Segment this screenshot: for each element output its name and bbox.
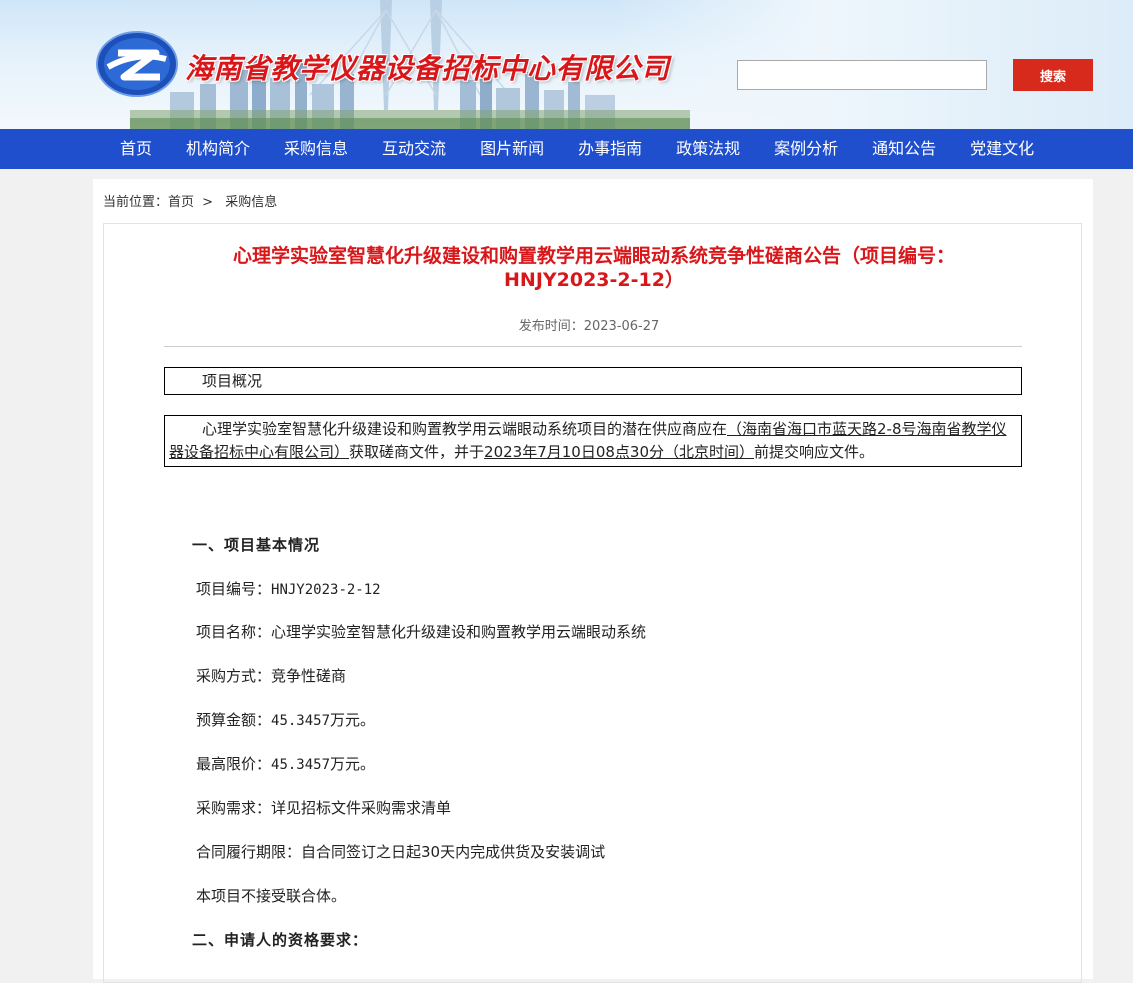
max-price-label: 最高限价：: [196, 755, 272, 773]
publish-date-label: 发布时间：: [518, 319, 584, 334]
breadcrumb-prefix: 当前位置：: [103, 195, 169, 210]
procurement-method-value: 竞争性磋商: [271, 667, 347, 685]
budget-value: 45.3457: [271, 713, 331, 729]
overview-text-3: 前提交响应文件。: [754, 443, 875, 461]
publish-date: 发布时间：2023-06-27: [104, 315, 1074, 334]
requirement-value: 详见招标文件采购需求清单: [271, 799, 452, 817]
nav-item-cases[interactable]: 案例分析: [757, 129, 855, 169]
breadcrumb-current[interactable]: 采购信息: [225, 195, 277, 210]
company-logo: [96, 31, 178, 97]
article-title-line2: HNJY2023-2-12）: [504, 269, 684, 291]
contract-period-label: 合同履行期限：: [196, 843, 302, 861]
contract-period-value: 自合同签订之日起30天内完成供货及安装调试: [301, 843, 606, 861]
breadcrumb-separator: >: [202, 195, 214, 210]
overview-deadline: 2023年7月10日08点30分（北京时间）: [484, 443, 755, 461]
content-panel: 当前位置：首页 > 采购信息 心理学实验室智慧化升级建设和购置教学用云端眼动系统…: [93, 179, 1093, 983]
breadcrumb-home-link[interactable]: 首页: [168, 195, 194, 210]
max-price-value: 45.3457: [271, 757, 331, 773]
overview-text-2: 获取磋商文件，并于: [349, 443, 485, 461]
project-number-line: 项目编号：HNJY2023-2-12: [196, 578, 381, 599]
article: 心理学实验室智慧化升级建设和购置教学用云端眼动系统竞争性磋商公告（项目编号： H…: [103, 223, 1082, 983]
nav-item-notices[interactable]: 通知公告: [855, 129, 953, 169]
project-name-line: 项目名称：心理学实验室智慧化升级建设和购置教学用云端眼动系统: [196, 621, 646, 642]
budget-line: 预算金额：45.3457万元。: [196, 709, 375, 730]
max-price-unit: 万元。: [330, 755, 376, 773]
consortium-line: 本项目不接受联合体。: [196, 887, 347, 905]
title-divider: [164, 346, 1022, 347]
project-number-label: 项目编号：: [196, 580, 272, 598]
overview-heading-box: 项目概况: [164, 367, 1022, 395]
max-price-line: 最高限价：45.3457万元。: [196, 753, 375, 774]
contract-period-line: 合同履行期限：自合同签订之日起30天内完成供货及安装调试: [196, 841, 605, 862]
article-title: 心理学实验室智慧化升级建设和购置教学用云端眼动系统竞争性磋商公告（项目编号： H…: [164, 244, 1024, 292]
project-number-value: HNJY2023-2-12: [271, 582, 381, 598]
site-header: 海南省教学仪器设备招标中心有限公司 搜索: [0, 0, 1133, 129]
nav-item-interaction[interactable]: 互动交流: [365, 129, 463, 169]
publish-date-value: 2023-06-27: [583, 319, 660, 334]
nav-item-about[interactable]: 机构简介: [169, 129, 267, 169]
nav-item-photo-news[interactable]: 图片新闻: [463, 129, 561, 169]
section1-heading: 一、项目基本情况: [192, 536, 321, 554]
section2-heading: 二、申请人的资格要求：: [192, 931, 369, 949]
overview-text-1: 心理学实验室智慧化升级建设和购置教学用云端眼动系统项目的潜在供应商应在: [202, 420, 728, 438]
nav-item-procurement[interactable]: 采购信息: [267, 129, 365, 169]
project-name-value: 心理学实验室智慧化升级建设和购置教学用云端眼动系统: [271, 623, 647, 641]
budget-label: 预算金额：: [196, 711, 272, 729]
budget-unit: 万元。: [330, 711, 376, 729]
overview-text-box: 心理学实验室智慧化升级建设和购置教学用云端眼动系统项目的潜在供应商应在（海南省海…: [164, 415, 1022, 467]
article-title-line1: 心理学实验室智慧化升级建设和购置教学用云端眼动系统竞争性磋商公告（项目编号：: [232, 245, 955, 267]
project-name-label: 项目名称：: [196, 623, 272, 641]
requirement-label: 采购需求：: [196, 799, 272, 817]
main-nav: 首页 机构简介 采购信息 互动交流 图片新闻 办事指南 政策法规 案例分析 通知…: [0, 129, 1133, 169]
search-button[interactable]: 搜索: [1013, 59, 1093, 91]
site-title: 海南省教学仪器设备招标中心有限公司: [185, 52, 670, 85]
nav-item-home[interactable]: 首页: [103, 129, 169, 169]
requirement-line: 采购需求：详见招标文件采购需求清单: [196, 797, 451, 818]
breadcrumb: 当前位置：首页 > 采购信息: [103, 191, 281, 210]
search-input[interactable]: [737, 60, 987, 90]
procurement-method-label: 采购方式：: [196, 667, 272, 685]
nav-item-policy[interactable]: 政策法规: [659, 129, 757, 169]
nav-item-party[interactable]: 党建文化: [953, 129, 1051, 169]
procurement-method-line: 采购方式：竞争性磋商: [196, 665, 346, 686]
nav-item-guide[interactable]: 办事指南: [561, 129, 659, 169]
